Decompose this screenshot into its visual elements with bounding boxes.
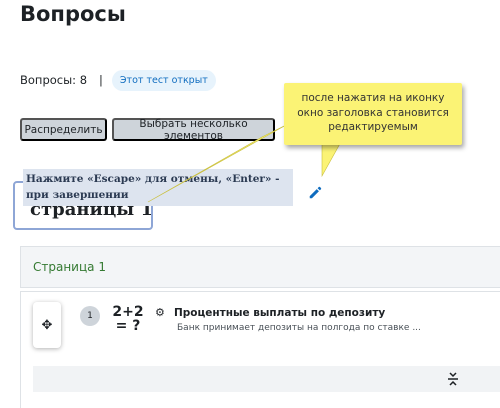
annotation-pointer-to-edit — [321, 139, 343, 178]
select-multiple-button[interactable]: Выбрать несколько элементов — [112, 118, 275, 142]
question-number: 1 — [80, 306, 100, 326]
move-icon: ✥ — [41, 317, 53, 333]
quiz-status-row: Вопросы: 8 | Этот тест открыт — [20, 68, 216, 92]
pencil-icon — [309, 186, 322, 199]
edit-hint-tooltip: Нажмите «Escape» для отмены, «Enter» - п… — [23, 169, 293, 206]
question-text-preview: Банк принимает депозиты на полгода по ст… — [177, 323, 421, 333]
question-name-link[interactable]: Процентные выплаты по депозиту — [174, 307, 385, 319]
gear-icon[interactable]: ⚙ — [155, 306, 165, 319]
move-handle[interactable]: ✥ — [33, 302, 61, 348]
page-section-header: Страница 1 — [20, 246, 500, 288]
page-section-label: Страница 1 — [33, 260, 106, 274]
edit-title-button[interactable] — [300, 178, 330, 208]
distribute-button[interactable]: Распределить — [20, 118, 107, 141]
separator: | — [99, 73, 103, 87]
collapse-icon[interactable] — [447, 372, 459, 386]
page-title: Вопросы — [20, 2, 126, 26]
calculated-question-icon: 2+2 = ? — [112, 304, 144, 334]
quiz-open-badge: Этот тест открыт — [111, 69, 216, 91]
questions-count: Вопросы: 8 — [20, 73, 88, 87]
annotation-callout: после нажатия на иконку окно заголовка с… — [284, 83, 462, 145]
add-question-strip — [33, 366, 500, 392]
